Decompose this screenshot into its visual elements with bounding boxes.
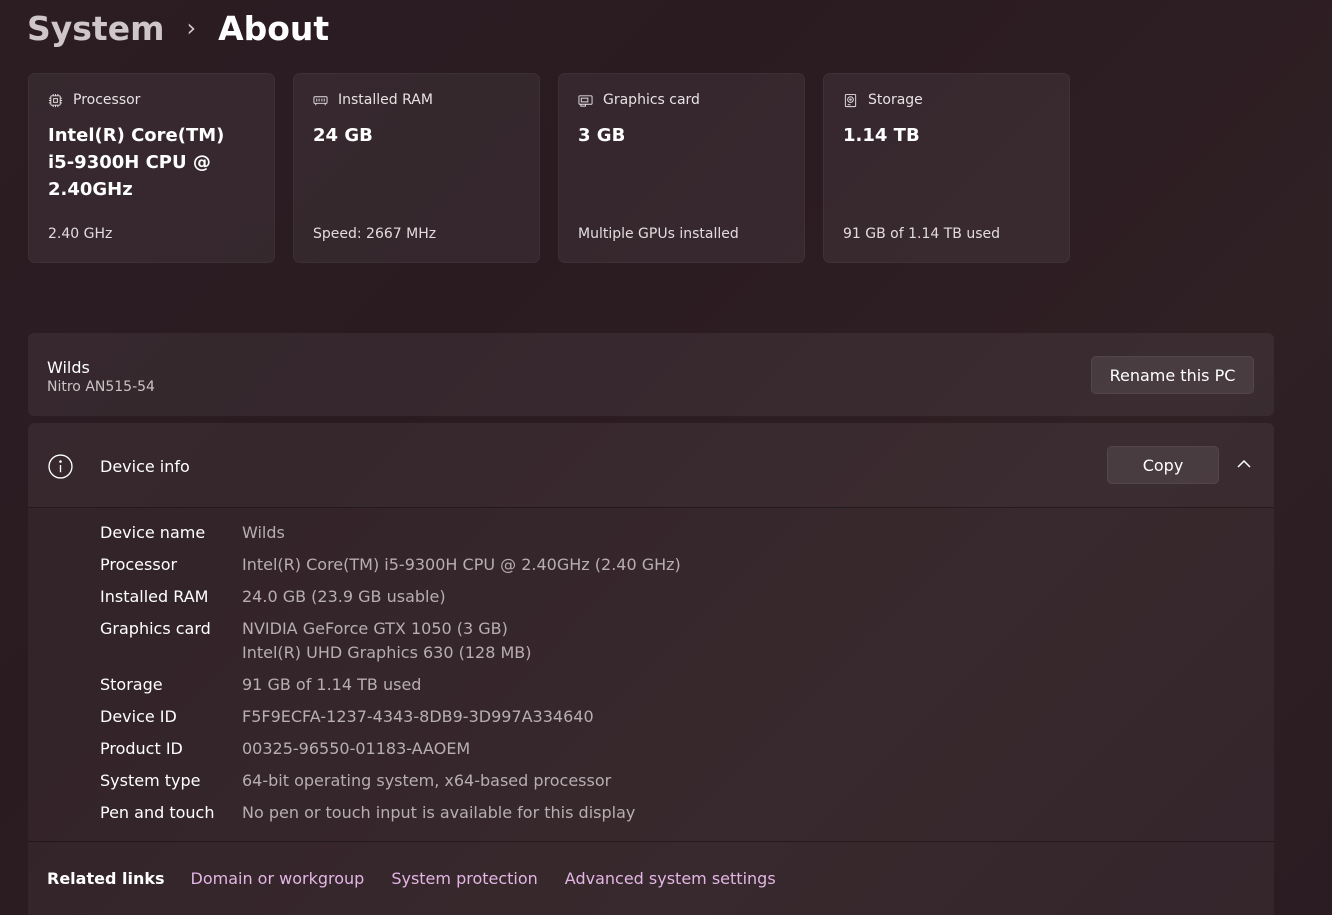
- info-row-installed-ram: Installed RAM 24.0 GB (23.9 GB usable): [100, 587, 446, 606]
- related-links: Related links Domain or workgroup System…: [28, 841, 1274, 915]
- device-info-title: Device info: [100, 457, 190, 476]
- related-links-title: Related links: [47, 869, 165, 888]
- info-row-pen-touch: Pen and touch No pen or touch input is a…: [100, 803, 636, 822]
- processor-card-title: Processor: [73, 92, 141, 108]
- storage-card-title: Storage: [868, 92, 923, 108]
- ram-card-sub: Speed: 2667 MHz: [313, 226, 437, 242]
- graphics-card-value-2: Intel(R) UHD Graphics 630 (128 MB): [242, 643, 532, 662]
- storage-icon: [844, 93, 857, 107]
- page-title: About: [218, 8, 330, 48]
- device-info-table: Device name Wilds Processor Intel(R) Cor…: [100, 521, 681, 833]
- copy-button[interactable]: Copy: [1107, 446, 1219, 484]
- ram-icon: [313, 95, 328, 105]
- info-row-device-name: Device name Wilds: [100, 523, 285, 542]
- graphics-card-value: 3 GB: [578, 125, 626, 146]
- processor-icon: [48, 93, 63, 107]
- processor-card: Processor Intel(R) Core(TM) i5-9300H CPU…: [28, 73, 275, 263]
- graphics-card-sub: Multiple GPUs installed: [578, 226, 739, 242]
- processor-card-value: Intel(R) Core(TM) i5-9300H CPU @ 2.40GHz: [48, 125, 225, 200]
- pc-name-section: Wilds Nitro AN515-54 Rename this PC: [28, 333, 1274, 416]
- storage-card-sub: 91 GB of 1.14 TB used: [843, 226, 1001, 242]
- pc-name: Wilds: [47, 358, 90, 377]
- chevron-up-icon[interactable]: [1236, 458, 1252, 470]
- pc-model: Nitro AN515-54: [47, 379, 155, 395]
- info-row-product-id: Product ID 00325-96550-01183-AAOEM: [100, 739, 471, 758]
- graphics-card-icon: [578, 94, 593, 107]
- rename-pc-button[interactable]: Rename this PC: [1091, 356, 1254, 394]
- device-info-panel: Device info Copy Device name Wilds Proce…: [28, 423, 1274, 915]
- ram-card: Installed RAM 24 GB Speed: 2667 MHz: [293, 73, 540, 263]
- device-info-header[interactable]: Device info Copy: [28, 423, 1274, 508]
- breadcrumb-separator: ›: [186, 14, 197, 42]
- link-domain-workgroup[interactable]: Domain or workgroup: [191, 869, 365, 888]
- storage-card-value: 1.14 TB: [843, 125, 920, 146]
- info-icon: [48, 454, 73, 479]
- info-row-graphics-card: Graphics card NVIDIA GeForce GTX 1050 (3…: [100, 617, 681, 665]
- ram-card-title: Installed RAM: [338, 92, 433, 108]
- graphics-card-value-1: NVIDIA GeForce GTX 1050 (3 GB): [242, 619, 508, 638]
- storage-card: Storage 1.14 TB 91 GB of 1.14 TB used: [823, 73, 1070, 263]
- ram-card-value: 24 GB: [313, 125, 373, 146]
- breadcrumb-system[interactable]: System: [27, 9, 164, 48]
- link-system-protection[interactable]: System protection: [391, 869, 537, 888]
- info-row-processor: Processor Intel(R) Core(TM) i5-9300H CPU…: [100, 555, 681, 574]
- info-row-storage: Storage 91 GB of 1.14 TB used: [100, 675, 422, 694]
- link-advanced-system-settings[interactable]: Advanced system settings: [565, 869, 776, 888]
- graphics-card-title: Graphics card: [603, 92, 700, 108]
- processor-card-sub: 2.40 GHz: [48, 226, 113, 242]
- breadcrumb: System › About: [27, 6, 329, 50]
- graphics-card: Graphics card 3 GB Multiple GPUs install…: [558, 73, 805, 263]
- info-row-device-id: Device ID F5F9ECFA-1237-4343-8DB9-3D997A…: [100, 707, 594, 726]
- spec-cards: Processor Intel(R) Core(TM) i5-9300H CPU…: [28, 73, 1070, 263]
- info-row-system-type: System type 64-bit operating system, x64…: [100, 771, 612, 790]
